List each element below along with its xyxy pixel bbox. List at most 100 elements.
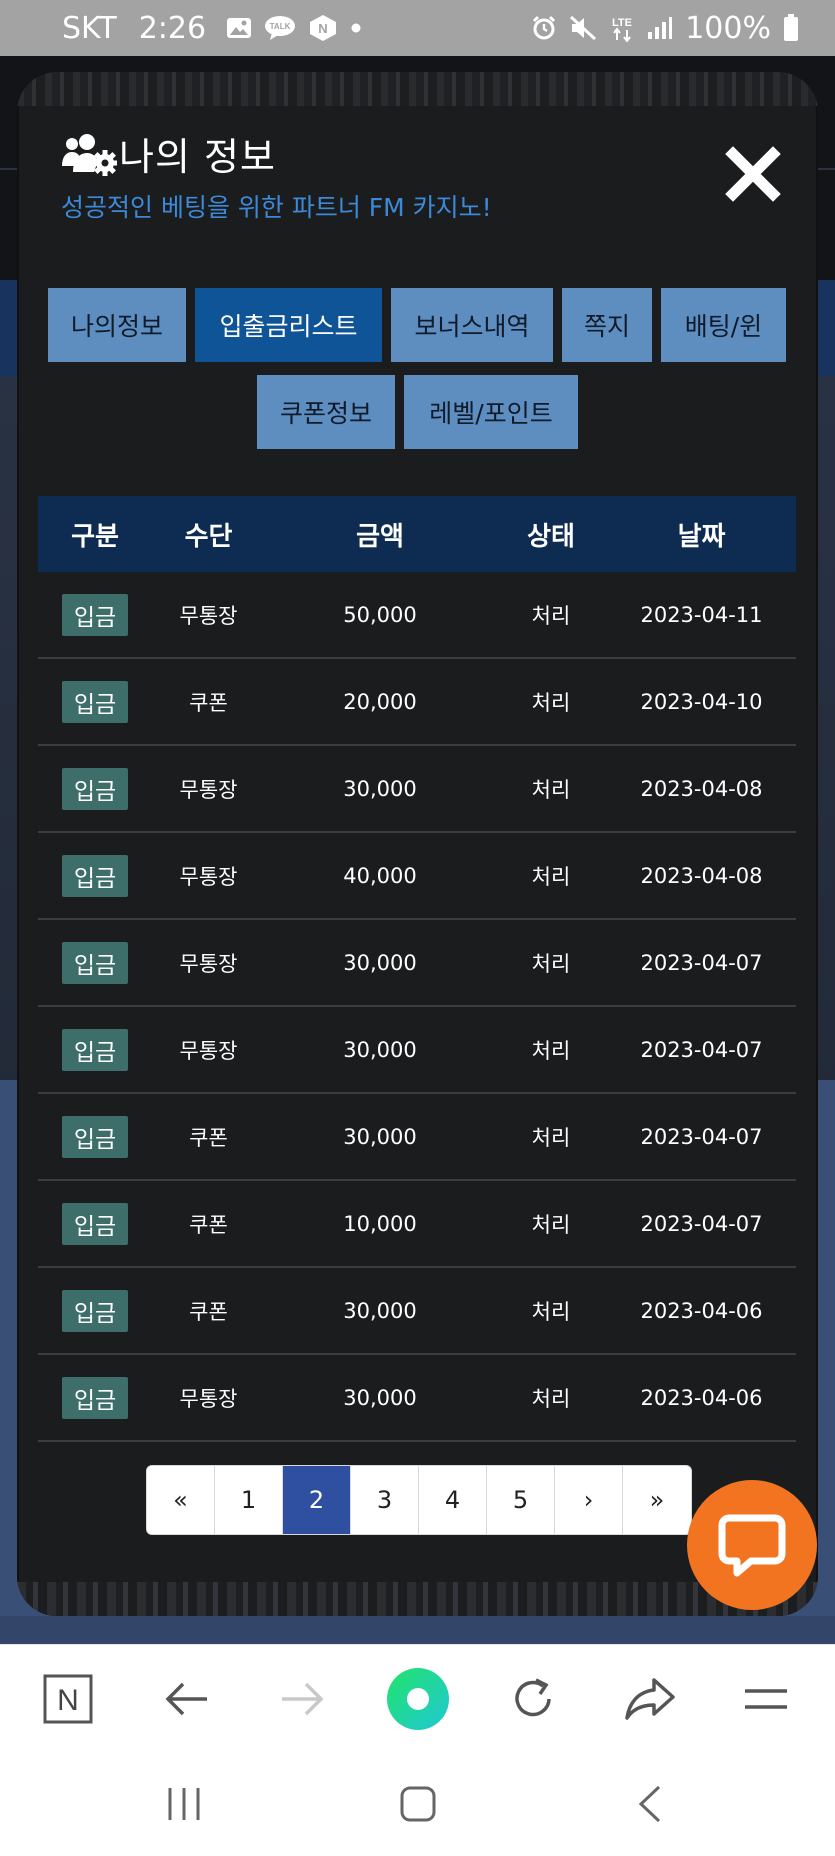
method-cell: 무통장 <box>179 777 238 802</box>
tab-my-info[interactable]: 나의정보 <box>48 288 186 362</box>
tab-messages[interactable]: 쪽지 <box>562 288 652 362</box>
modal-top-texture <box>17 72 818 106</box>
my-info-modal: 나의 정보 성공적인 베팅을 위한 파트너 FM 카지노! 나의정보 입출금리스… <box>17 72 818 1616</box>
col-header-date: 날짜 <box>677 521 726 552</box>
page-3-button[interactable]: 3 <box>351 1466 419 1534</box>
home-button[interactable] <box>388 1774 448 1834</box>
type-badge: 입금 <box>61 767 129 810</box>
method-cell: 무통장 <box>179 1038 238 1063</box>
page-first-button[interactable]: « <box>147 1466 215 1534</box>
date-cell: 2023-04-08 <box>640 776 763 801</box>
date-cell: 2023-04-10 <box>640 689 763 714</box>
browser-back-button[interactable] <box>155 1667 219 1731</box>
date-cell: 2023-04-07 <box>640 1124 763 1149</box>
table-row: 입금 쿠폰 30,000 처리 2023-04-07 <box>38 1094 796 1181</box>
date-cell: 2023-04-08 <box>640 863 763 888</box>
date-cell: 2023-04-07 <box>640 1037 763 1062</box>
amount-cell: 40,000 <box>343 863 417 888</box>
method-cell: 쿠폰 <box>189 1212 228 1237</box>
amount-cell: 30,000 <box>343 1037 417 1062</box>
method-cell: 무통장 <box>179 603 238 628</box>
method-cell: 무통장 <box>179 864 238 889</box>
type-badge: 입금 <box>61 1115 129 1158</box>
modal-bottom-texture <box>17 1582 818 1616</box>
date-cell: 2023-04-06 <box>640 1385 763 1410</box>
status-cell: 처리 <box>531 1299 571 1324</box>
close-button[interactable] <box>723 144 783 204</box>
naver-home-icon: N <box>43 1674 93 1724</box>
page-2-button[interactable]: 2 <box>283 1466 351 1534</box>
status-cell: 처리 <box>531 690 571 715</box>
amount-cell: 10,000 <box>343 1211 417 1236</box>
date-cell: 2023-04-07 <box>640 950 763 975</box>
status-cell: 처리 <box>531 951 571 976</box>
table-row: 입금 쿠폰 10,000 처리 2023-04-07 <box>38 1181 796 1268</box>
status-cell: 처리 <box>531 1038 571 1063</box>
green-dot-button[interactable] <box>386 1667 450 1731</box>
recent-apps-icon <box>168 1788 200 1820</box>
table-row: 입금 쿠폰 20,000 처리 2023-04-10 <box>38 659 796 746</box>
status-cell: 처리 <box>531 777 571 802</box>
status-cell: 처리 <box>531 1386 571 1411</box>
mute-icon <box>569 15 597 41</box>
table-row: 입금 무통장 30,000 처리 2023-04-08 <box>38 746 796 833</box>
method-cell: 무통장 <box>179 951 238 976</box>
share-icon <box>625 1678 675 1720</box>
page-4-button[interactable]: 4 <box>419 1466 487 1534</box>
alarm-icon <box>531 15 557 41</box>
table-row: 입금 무통장 50,000 처리 2023-04-11 <box>38 572 796 659</box>
lte-icon: LTE <box>609 14 635 42</box>
page-next-button[interactable]: › <box>555 1466 623 1534</box>
home-icon <box>400 1786 436 1822</box>
type-badge: 입금 <box>61 1028 129 1071</box>
table-row: 입금 무통장 30,000 처리 2023-04-07 <box>38 1007 796 1094</box>
pagination: « 1 2 3 4 5 › » <box>146 1465 692 1535</box>
refresh-icon <box>515 1678 551 1717</box>
col-header-method: 수단 <box>184 521 233 552</box>
method-cell: 쿠폰 <box>189 690 228 715</box>
gallery-icon <box>226 16 252 40</box>
chat-bubble-icon <box>718 1514 786 1577</box>
talk-icon: TALK <box>264 15 296 41</box>
table-row: 입금 무통장 30,000 처리 2023-04-07 <box>38 920 796 1007</box>
clock: 2:26 <box>138 10 207 46</box>
battery-label: 100% <box>685 10 771 46</box>
live-chat-button[interactable] <box>687 1480 817 1610</box>
browser-refresh-button[interactable] <box>501 1667 565 1731</box>
browser-share-button[interactable] <box>618 1667 682 1731</box>
table-row: 입금 무통장 30,000 처리 2023-04-06 <box>38 1355 796 1442</box>
tab-betting-win[interactable]: 배팅/윈 <box>661 288 786 362</box>
type-badge: 입금 <box>61 1289 129 1332</box>
back-icon <box>165 1682 207 1716</box>
dot-icon <box>350 22 362 34</box>
status-cell: 처리 <box>531 864 571 889</box>
back-nav-button[interactable] <box>620 1774 680 1834</box>
browser-forward-button[interactable] <box>270 1667 334 1731</box>
tab-bonus-history[interactable]: 보너스내역 <box>391 288 553 362</box>
recent-apps-button[interactable] <box>154 1774 214 1834</box>
battery-icon <box>783 14 799 42</box>
menu-icon <box>745 1689 787 1709</box>
close-icon <box>725 146 781 202</box>
browser-menu-button[interactable] <box>734 1667 798 1731</box>
page-1-button[interactable]: 1 <box>215 1466 283 1534</box>
table-row: 입금 무통장 40,000 처리 2023-04-08 <box>38 833 796 920</box>
system-navigation-bar <box>0 1752 835 1856</box>
status-cell: 처리 <box>531 603 571 628</box>
modal-subtitle: 성공적인 베팅을 위한 파트너 FM 카지노! <box>61 193 492 222</box>
svg-text:N: N <box>318 21 327 36</box>
naver-home-button[interactable]: N <box>36 1667 100 1731</box>
page-last-button[interactable]: » <box>623 1466 691 1534</box>
tab-level-points[interactable]: 레벨/포인트 <box>404 375 578 449</box>
type-badge: 입금 <box>61 593 129 636</box>
date-cell: 2023-04-11 <box>640 602 763 627</box>
amount-cell: 30,000 <box>343 950 417 975</box>
page-5-button[interactable]: 5 <box>487 1466 555 1534</box>
carrier-label: SKT <box>62 10 117 46</box>
status-bar-right: LTE 100% <box>531 11 799 46</box>
tab-deposit-withdraw-list[interactable]: 입출금리스트 <box>195 288 382 362</box>
forward-icon <box>282 1682 324 1716</box>
col-header-type: 구분 <box>71 521 119 552</box>
tab-coupon-info[interactable]: 쿠폰정보 <box>257 375 395 449</box>
backdrop-footer <box>0 1616 835 1644</box>
